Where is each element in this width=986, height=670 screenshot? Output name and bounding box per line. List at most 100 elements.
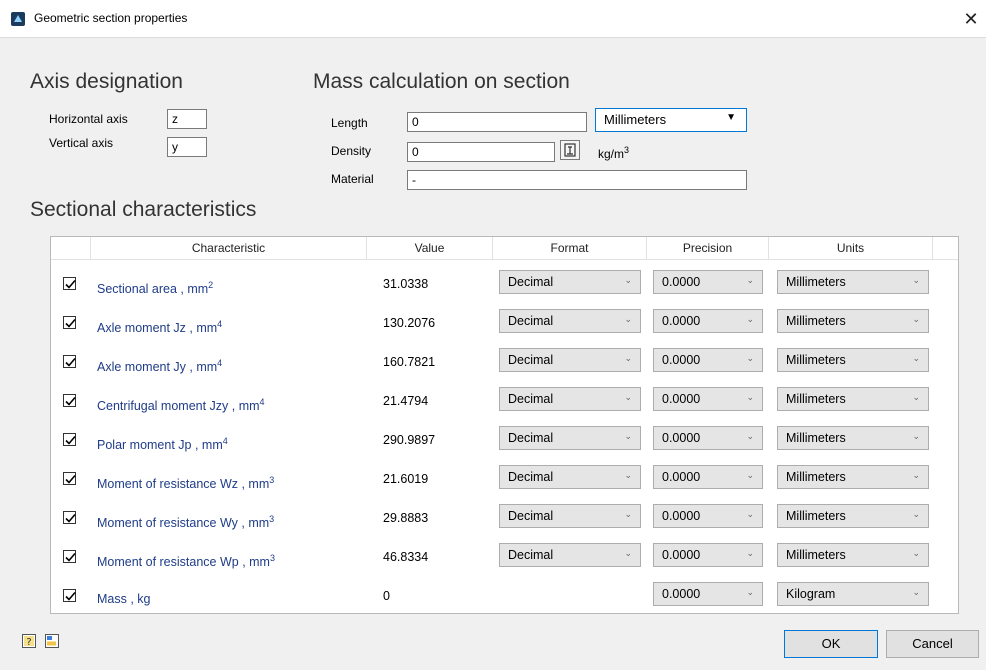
horizontal-axis-label: Horizontal axis <box>49 112 128 126</box>
chevron-down-icon: ⌄ <box>912 470 920 480</box>
table-row: Sectional area , mm2 31.0338 Decimal ⌄ 0.… <box>51 267 958 305</box>
table-row: Mass , kg 0 0.0000 ⌄ Kilogram ⌄ <box>51 579 958 617</box>
characteristic-name: Moment of resistance Wz , mm3 <box>97 475 275 492</box>
length-label: Length <box>331 116 368 130</box>
units-select[interactable]: Millimeters ⌄ <box>777 426 929 450</box>
units-select[interactable]: Millimeters ⌄ <box>777 465 929 489</box>
row-checkbox[interactable] <box>63 277 76 290</box>
format-select[interactable]: Decimal ⌄ <box>499 504 641 528</box>
table-row: Moment of resistance Wy , mm3 29.8883 De… <box>51 501 958 539</box>
header-characteristic: Characteristic <box>91 237 367 259</box>
ok-button[interactable]: OK <box>784 630 878 658</box>
row-checkbox[interactable] <box>63 394 76 407</box>
length-unit-value: Millimeters <box>604 112 667 127</box>
header-format: Format <box>493 237 647 259</box>
units-select[interactable]: Kilogram ⌄ <box>777 582 929 606</box>
units-select[interactable]: Millimeters ⌄ <box>777 543 929 567</box>
format-select[interactable]: Decimal ⌄ <box>499 387 641 411</box>
table-row: Axle moment Jz , mm4 130.2076 Decimal ⌄ 0… <box>51 306 958 344</box>
chevron-down-icon: ⌄ <box>746 548 754 558</box>
units-select[interactable]: Millimeters ⌄ <box>777 348 929 372</box>
row-checkbox[interactable] <box>63 355 76 368</box>
chevron-down-icon: ▼ <box>726 112 736 123</box>
table-row: Polar moment Jp , mm4 290.9897 Decimal ⌄ … <box>51 423 958 461</box>
format-select[interactable]: Decimal ⌄ <box>499 543 641 567</box>
mass-calculation-heading: Mass calculation on section <box>313 70 570 93</box>
format-select[interactable]: Decimal ⌄ <box>499 426 641 450</box>
chevron-down-icon: ⌄ <box>912 353 920 363</box>
length-unit-select[interactable]: Millimeters ▼ <box>595 108 747 132</box>
horizontal-axis-input[interactable]: z <box>167 109 207 129</box>
chevron-down-icon: ⌄ <box>624 548 632 558</box>
format-select[interactable]: Decimal ⌄ <box>499 465 641 489</box>
density-unit-text: kg/m <box>598 147 625 161</box>
characteristic-name: Polar moment Jp , mm4 <box>97 436 228 453</box>
row-checkbox[interactable] <box>63 433 76 446</box>
table-row: Moment of resistance Wp , mm3 46.8334 De… <box>51 540 958 578</box>
precision-select[interactable]: 0.0000 ⌄ <box>653 504 763 528</box>
table-row: Moment of resistance Wz , mm3 21.6019 De… <box>51 462 958 500</box>
length-input[interactable]: 0 <box>407 112 587 132</box>
format-select[interactable]: Decimal ⌄ <box>499 309 641 333</box>
row-checkbox[interactable] <box>63 550 76 563</box>
chevron-down-icon: ⌄ <box>746 353 754 363</box>
characteristic-value: 290.9897 <box>383 433 436 447</box>
precision-select[interactable]: 0.0000 ⌄ <box>653 387 763 411</box>
app-icon <box>11 12 25 26</box>
chevron-down-icon: ⌄ <box>912 587 920 597</box>
format-select[interactable]: Decimal ⌄ <box>499 270 641 294</box>
chevron-down-icon: ⌄ <box>912 431 920 441</box>
chevron-down-icon: ⌄ <box>746 392 754 402</box>
chevron-down-icon: ⌄ <box>624 353 632 363</box>
precision-select[interactable]: 0.0000 ⌄ <box>653 348 763 372</box>
characteristic-value: 46.8334 <box>383 550 429 564</box>
chevron-down-icon: ⌄ <box>624 314 632 324</box>
row-checkbox[interactable] <box>63 316 76 329</box>
row-checkbox[interactable] <box>63 589 76 602</box>
row-checkbox[interactable] <box>63 511 76 524</box>
svg-text:?: ? <box>26 637 31 648</box>
cancel-button[interactable]: Cancel <box>886 630 979 658</box>
close-icon[interactable]: ✕ <box>956 0 986 38</box>
units-select[interactable]: Millimeters ⌄ <box>777 309 929 333</box>
characteristic-value: 160.7821 <box>383 355 436 369</box>
chevron-down-icon: ⌄ <box>624 509 632 519</box>
chevron-down-icon: ⌄ <box>624 470 632 480</box>
help-icon[interactable]: ? <box>21 633 37 649</box>
characteristic-value: 21.6019 <box>383 472 429 486</box>
characteristic-name: Moment of resistance Wy , mm3 <box>97 514 275 531</box>
units-select[interactable]: Millimeters ⌄ <box>777 270 929 294</box>
characteristic-value: 29.8883 <box>383 511 429 525</box>
chevron-down-icon: ⌄ <box>912 314 920 324</box>
material-library-icon[interactable] <box>560 140 580 160</box>
precision-select[interactable]: 0.0000 ⌄ <box>653 582 763 606</box>
export-icon[interactable] <box>44 633 60 649</box>
header-value: Value <box>367 237 493 259</box>
chevron-down-icon: ⌄ <box>912 509 920 519</box>
precision-select[interactable]: 0.0000 ⌄ <box>653 543 763 567</box>
precision-select[interactable]: 0.0000 ⌄ <box>653 270 763 294</box>
chevron-down-icon: ⌄ <box>746 314 754 324</box>
precision-select[interactable]: 0.0000 ⌄ <box>653 309 763 333</box>
row-checkbox[interactable] <box>63 472 76 485</box>
material-label: Material <box>331 172 374 186</box>
material-input[interactable]: - <box>407 170 747 190</box>
chevron-down-icon: ⌄ <box>624 275 632 285</box>
table-row: Centrifugal moment Jzy , mm4 21.4794 Dec… <box>51 384 958 422</box>
format-select[interactable]: Decimal ⌄ <box>499 348 641 372</box>
units-select[interactable]: Millimeters ⌄ <box>777 504 929 528</box>
header-check <box>51 237 91 259</box>
chevron-down-icon: ⌄ <box>624 392 632 402</box>
density-input[interactable]: 0 <box>407 142 555 162</box>
chevron-down-icon: ⌄ <box>912 275 920 285</box>
chevron-down-icon: ⌄ <box>912 548 920 558</box>
chevron-down-icon: ⌄ <box>624 431 632 441</box>
characteristic-name: Axle moment Jz , mm4 <box>97 319 223 336</box>
table-row: Axle moment Jy , mm4 160.7821 Decimal ⌄ 0… <box>51 345 958 383</box>
density-unit-exponent: 3 <box>624 145 630 155</box>
precision-select[interactable]: 0.0000 ⌄ <box>653 465 763 489</box>
units-select[interactable]: Millimeters ⌄ <box>777 387 929 411</box>
title-bar: Geometric section properties ✕ <box>0 0 986 38</box>
precision-select[interactable]: 0.0000 ⌄ <box>653 426 763 450</box>
vertical-axis-input[interactable]: y <box>167 137 207 157</box>
